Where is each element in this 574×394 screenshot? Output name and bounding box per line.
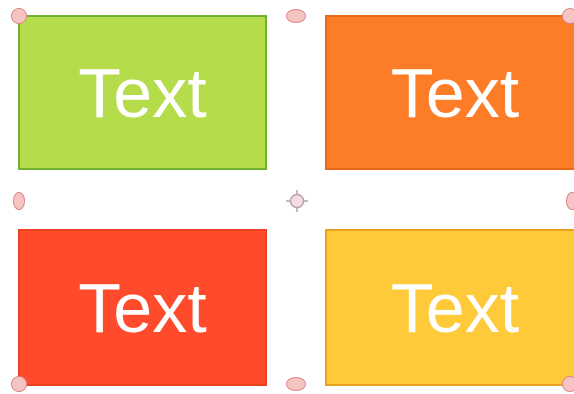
rotation-handle-icon[interactable] [286, 190, 308, 212]
text-box-label: Text [78, 53, 207, 132]
resize-handle-top-left[interactable] [11, 8, 27, 24]
resize-handle-bottom-left[interactable] [11, 376, 27, 392]
text-box-orange[interactable]: Text [325, 15, 574, 170]
resize-handle-top-center[interactable] [286, 9, 306, 23]
text-box-yellow[interactable]: Text [325, 229, 574, 386]
text-box-green[interactable]: Text [18, 15, 267, 170]
text-box-label: Text [390, 53, 520, 132]
resize-handle-middle-left[interactable] [13, 192, 25, 210]
text-box-label: Text [390, 268, 520, 347]
text-box-red[interactable]: Text [18, 229, 267, 386]
pivot-circle [289, 193, 305, 209]
resize-handle-bottom-right[interactable] [562, 376, 574, 392]
resize-handle-bottom-center[interactable] [286, 377, 306, 391]
resize-handle-middle-right[interactable] [566, 192, 574, 210]
text-box-label: Text [78, 268, 207, 347]
resize-handle-top-right[interactable] [562, 8, 574, 24]
